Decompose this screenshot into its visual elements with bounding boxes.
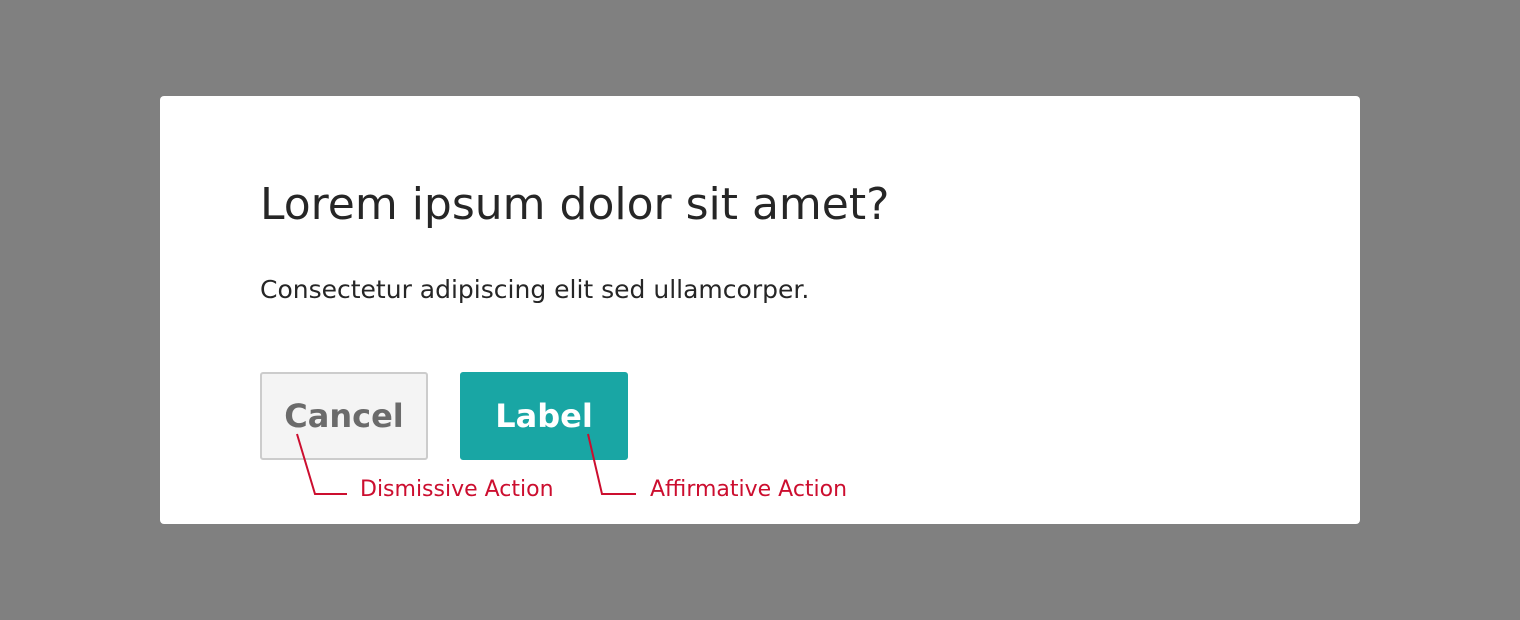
confirmation-dialog: Lorem ipsum dolor sit amet? Consectetur … [160, 96, 1360, 524]
affirmative-action-annotation: Affirmative Action [650, 477, 848, 502]
dismissive-action-annotation: Dismissive Action [360, 477, 554, 502]
confirm-button[interactable]: Label [460, 372, 628, 460]
dialog-title: Lorem ipsum dolor sit amet? [260, 179, 890, 230]
cancel-button[interactable]: Cancel [260, 372, 428, 460]
dialog-message: Consectetur adipiscing elit sed ullamcor… [260, 275, 810, 304]
